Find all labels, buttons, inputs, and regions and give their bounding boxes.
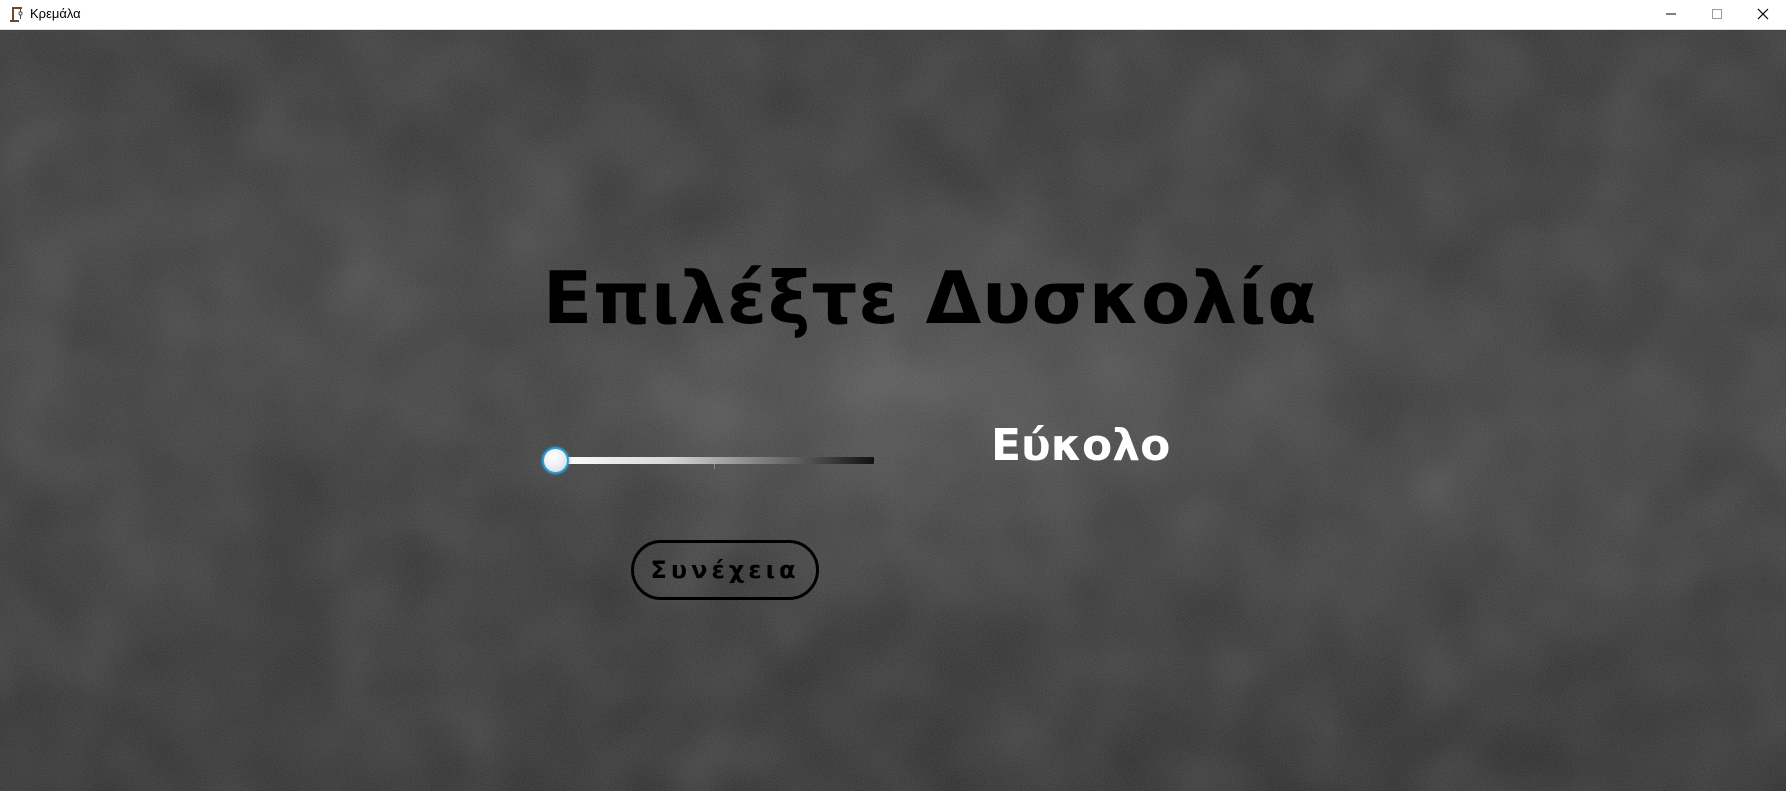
app-window: Κρεμάλα Επιλέξτε Δυσκολία Εύκολο Συνέχει… <box>0 0 1786 791</box>
maximize-icon <box>1711 5 1723 24</box>
gallows-icon <box>10 6 26 22</box>
title-bar: Κρεμάλα <box>0 0 1786 30</box>
minimize-button[interactable] <box>1648 0 1694 29</box>
difficulty-value-label: Εύκολο <box>991 420 1171 471</box>
page-title: Επιλέξτε Δυσκολία <box>543 256 1318 340</box>
maximize-button[interactable] <box>1694 0 1740 29</box>
close-button[interactable] <box>1740 0 1786 29</box>
minimize-icon <box>1665 5 1677 24</box>
slider-thumb[interactable] <box>542 447 569 474</box>
slider-track[interactable] <box>556 457 874 464</box>
difficulty-slider[interactable] <box>540 444 880 478</box>
close-icon <box>1757 5 1769 24</box>
stone-texture-background <box>0 30 1786 791</box>
difficulty-screen: Επιλέξτε Δυσκολία Εύκολο Συνέχεια <box>0 30 1786 791</box>
slider-tick <box>714 464 715 469</box>
continue-button[interactable]: Συνέχεια <box>631 540 819 600</box>
window-title: Κρεμάλα <box>30 6 81 21</box>
continue-button-label: Συνέχεια <box>650 556 800 584</box>
